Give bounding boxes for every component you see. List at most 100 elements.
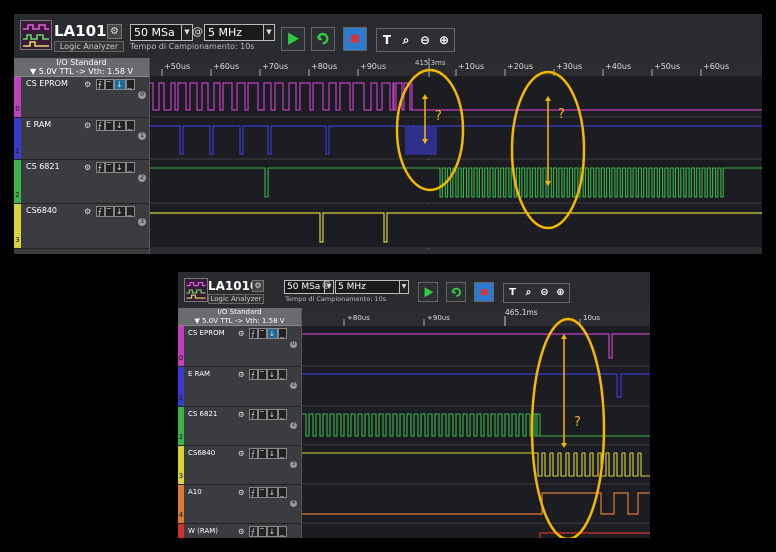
channel-controls[interactable]: ⚙ ⨍ ‾ ↓ _ [238,328,287,339]
channel-row[interactable]: 1 E RAM ⚙ ⨍ ‾ ↓ _ 1 [14,118,149,160]
channel-row[interactable]: 3 CS6840 ⚙ ⨍ ‾ ↓ _ 3 [178,446,301,485]
time-tick-label: +30us [556,62,582,71]
zoom-out-icon[interactable]: ⊖ [538,286,551,300]
zoom-toolbar: T ⌕ ⊖ ⊕ [503,283,570,303]
time-tick-label: +90us [360,62,386,71]
channel-row[interactable]: 2 CS 6821 ⚙ ⨍ ‾ ↓ _ 2 [14,160,149,204]
sample-depth-value: 5 MHz [208,26,243,39]
channel-name: E RAM [26,120,52,129]
zoom-out-icon[interactable]: ⊖ [417,31,433,49]
channel-panel: I/O Standard ▼ 5.0V TTL -> Vth: 1.58 V 0… [178,308,302,538]
lane-filler [150,249,762,254]
channel-row[interactable]: 2 CS 6821 ⚙ ⨍ ‾ ↓ _ 2 [178,407,301,446]
time-tick-label: +50us [164,62,190,71]
sample-depth-select[interactable]: 5 MHz ▼ [204,24,275,41]
channel-row[interactable]: 0 CS EPROM ⚙ ⨍ ‾ ↓ _ 0 [178,326,301,367]
chevron-down-icon[interactable]: ▼ [399,281,408,293]
channel-index-badge: 3 [138,218,146,226]
channel-lane [150,204,762,248]
channel-index-badge: 2 [138,174,146,182]
channel-controls[interactable]: ⚙ ⨍ ‾ ↓ _ [238,448,287,459]
waveform-view[interactable]: +50us +60us +70us +80us +90us +10us +20us +30us… [150,58,762,254]
channel-controls[interactable]: ⚙ ⨍ ‾ ↓ _ [238,526,287,537]
zoom-in-icon[interactable]: ⊕ [554,286,567,300]
channel-row[interactable]: 1 E RAM ⚙ ⨍ ‾ ↓ _ 1 [178,367,301,407]
run-button[interactable] [281,27,305,51]
time-tick-label: 10us [583,314,600,322]
stop-button[interactable] [343,27,367,51]
time-tick-label: +70us [262,62,288,71]
trigger-marker-label: 465.1ms [505,308,538,317]
channel-controls[interactable]: ⚙ ⨍ ‾ ↓ _ [238,409,287,420]
channel-color-bar: 3 [14,204,21,248]
channel-color-bar: 1 [14,118,21,159]
channel-row[interactable]: 5 W (RAM) ⚙ ⨍‾↓_ [178,524,301,538]
run-button[interactable] [418,282,438,302]
sample-rate-select[interactable]: 50 MSa ▼ [130,24,193,41]
channel-controls[interactable]: ⚙ ⨍ ‾ ↓ _ [84,79,135,90]
at-symbol: @ [192,25,203,38]
channel-color-bar: 1 [178,367,184,406]
time-tick-label: +40us [605,62,631,71]
play-icon [288,32,300,46]
sample-depth-value: 5 MHz [338,282,366,292]
stop-icon [480,288,488,296]
channel-index-badge: 3 [290,461,297,468]
channel-controls[interactable]: ⚙ ⨍ ‾ ↓ _ [238,369,287,380]
time-tick-label: +50us [654,62,680,71]
waveform-view[interactable]: +80us +90us 10us 465.1ms? [302,308,650,538]
channel-index-badge: 4 [290,500,297,507]
logic-analyzer-screenshot-top: LA1010 ⚙ Logic Analyzer 50 MSa ▼ @ 5 MHz… [14,14,762,254]
channel-controls[interactable]: ⚙ ⨍ ‾ ↓ _ [84,162,135,173]
io-standard-header[interactable]: I/O Standard ▼ 5.0V TTL -> Vth: 1.58 V [14,58,149,77]
repeat-run-button[interactable] [446,282,466,302]
channel-color-bar: 2 [14,160,21,203]
chevron-down-icon[interactable]: ▼ [181,25,192,40]
device-settings-gear-icon[interactable]: ⚙ [252,280,264,292]
channel-row[interactable]: 4 A10 ⚙ ⨍ ‾ ↓ _ 4 [178,485,301,524]
sample-rate-value: 50 MSa [287,282,321,292]
channel-controls[interactable]: ⚙ ⨍ ‾ ↓ _ [84,206,135,217]
channel-controls[interactable]: ⚙ ⨍ ‾ ↓ _ [84,120,135,131]
text-tool-icon[interactable]: T [379,31,395,49]
sample-time-label: Tempo di Campionamento: 10s [130,42,255,51]
io-standard-title: I/O Standard [56,58,107,67]
sample-depth-select[interactable]: 5 MHz ▼ [335,280,409,294]
zoom-fit-icon[interactable]: ⌕ [522,286,535,300]
channel-row[interactable]: 3 CS6840 ⚙ ⨍ ‾ ↓ _ 3 [14,204,149,249]
sample-rate-value: 50 MSa [134,26,175,39]
channel-lane [150,118,762,159]
channel-color-bar: 3 [178,446,184,484]
channel-controls[interactable]: ⚙ ⨍ ‾ ↓ _ [238,487,287,498]
channel-name: CS EPROM [26,79,68,88]
io-standard-title: I/O Standard [217,308,262,316]
channel-panel: I/O Standard ▼ 5.0V TTL -> Vth: 1.58 V 0… [14,58,150,254]
zoom-in-icon[interactable]: ⊕ [436,31,452,49]
channel-lane [302,524,650,538]
chevron-down-icon[interactable]: ▼ [263,25,274,40]
channel-color-bar: 5 [178,524,184,538]
io-level-label[interactable]: ▼ 5.0V TTL -> Vth: 1.58 V [178,317,301,326]
stop-button[interactable] [474,282,494,302]
device-name: LA1010 [208,279,259,293]
io-standard-header[interactable]: I/O Standard ▼ 5.0V TTL -> Vth: 1.58 V [178,308,301,326]
time-tick-label: +60us [703,62,729,71]
zoom-fit-icon[interactable]: ⌕ [398,31,414,49]
play-icon [424,286,434,298]
device-settings-gear-icon[interactable]: ⚙ [107,24,122,39]
channel-index-badge: 1 [290,382,297,389]
channel-index-badge: 0 [290,341,297,348]
annotation-question-mark: ? [574,415,581,430]
channel-lane [302,326,650,366]
io-level-label[interactable]: ▼ 5.0V TTL -> Vth: 1.58 V [14,67,149,76]
at-symbol: @ [322,280,331,290]
annotation-question-mark: ? [558,107,565,122]
text-tool-icon[interactable]: T [506,286,519,300]
channel-name: E RAM [188,370,211,378]
channel-row[interactable]: 0 CS EPROM ⚙ ⨍ ‾ ↓ _ 0 [14,77,149,118]
repeat-run-button[interactable] [311,27,335,51]
time-tick-label: +80us [347,314,370,322]
channel-lane [302,407,650,445]
time-tick-label: +80us [311,62,337,71]
channel-name: CS6840 [26,206,58,215]
